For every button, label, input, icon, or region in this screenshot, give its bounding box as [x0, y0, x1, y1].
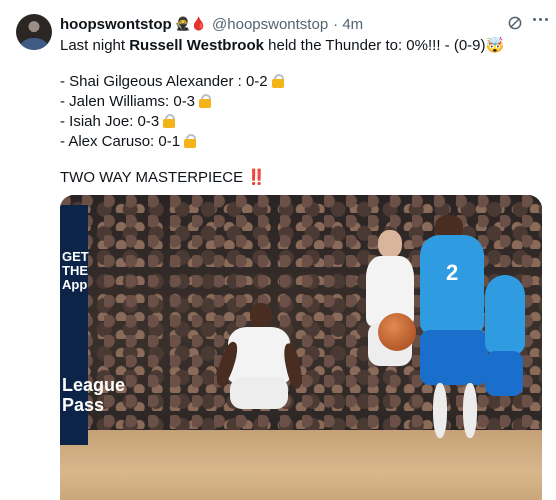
- tweet-text: Last night Russell Westbrook held the Th…: [60, 36, 530, 188]
- stat-line: - Shai Gilgeous Alexander : 0-2: [60, 72, 530, 92]
- westbrook-player: [210, 303, 305, 413]
- closing-line: TWO WAY MASTERPIECE ‼️: [60, 168, 530, 188]
- stat-line: - Alex Caruso: 0-1: [60, 132, 530, 152]
- league-pass-bottom-text: League Pass: [62, 375, 126, 415]
- lock-icon: [271, 74, 284, 88]
- tweet-header: hoopswontstop 🥷🩸 @hoopswontstop · 4m: [60, 14, 363, 34]
- name-emojis: 🥷🩸: [174, 16, 208, 31]
- lock-icon: [163, 114, 176, 128]
- handle[interactable]: @hoopswontstop: [212, 16, 328, 33]
- avatar[interactable]: [16, 14, 52, 50]
- stat-text: - Isiah Joe: 0-3: [60, 113, 160, 130]
- tweet-image[interactable]: GET THE App League Pass 2: [60, 195, 542, 500]
- tweet-bold-name: Russell Westbrook: [129, 37, 264, 54]
- league-pass-board: GET THE App League Pass: [60, 205, 125, 445]
- closing-text: TWO WAY MASTERPIECE: [60, 169, 244, 186]
- stat-text: - Shai Gilgeous Alexander : 0-2: [60, 73, 268, 90]
- jersey-number: 2: [446, 260, 459, 285]
- grok-icon[interactable]: [506, 14, 524, 32]
- court-floor: [60, 430, 542, 500]
- stat-text: - Alex Caruso: 0-1: [60, 133, 181, 150]
- tweet-text-part: Last night: [60, 37, 130, 54]
- display-name[interactable]: hoopswontstop: [60, 16, 172, 33]
- more-icon[interactable]: [533, 18, 548, 21]
- stat-line: - Jalen Williams: 0-3: [60, 92, 530, 112]
- tweet-line-1: Last night Russell Westbrook held the Th…: [60, 36, 530, 56]
- stat-text: - Jalen Williams: 0-3: [60, 93, 196, 110]
- thunder-player: 2: [405, 215, 495, 438]
- lock-icon: [184, 134, 197, 148]
- timestamp[interactable]: · 4m: [333, 16, 363, 33]
- league-pass-top-text: GET THE App: [62, 249, 89, 292]
- thunder-teammate: [485, 265, 525, 435]
- lock-icon: [199, 94, 212, 108]
- stat-line: - Isiah Joe: 0-3: [60, 112, 530, 132]
- double-exclamation-icon: ‼️: [247, 169, 266, 186]
- tweet-text-part: held the Thunder to: 0%!!! - (0-9)🤯: [263, 37, 505, 54]
